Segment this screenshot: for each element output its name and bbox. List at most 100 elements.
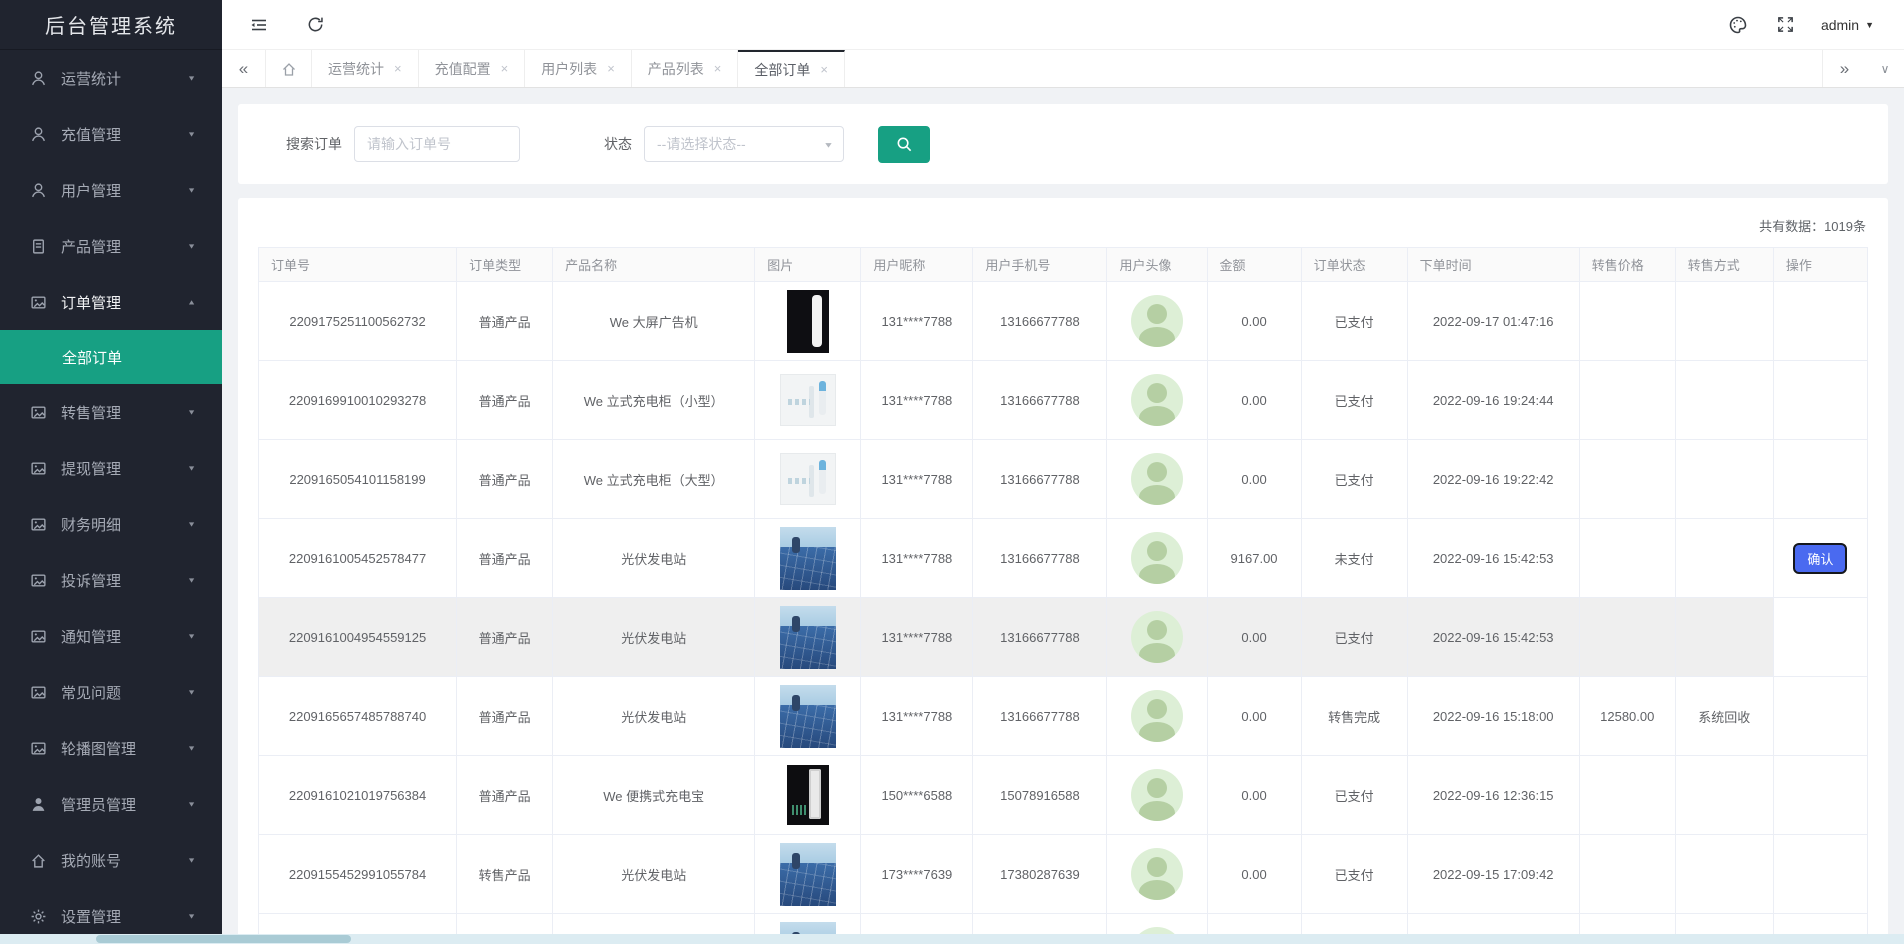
search-button[interactable] <box>878 126 930 163</box>
product-image <box>780 685 836 748</box>
status-label: 状态 <box>604 134 632 154</box>
chevron-down-icon: ▼ <box>187 744 196 752</box>
picture-icon <box>30 294 47 311</box>
tab-recharge-config[interactable]: 充值配置 × <box>419 50 526 87</box>
home-tab[interactable] <box>266 50 312 87</box>
col-image: 图片 <box>755 248 861 282</box>
status-badge: 已支付 <box>1301 756 1407 835</box>
table-row: 2209169910010293278 普通产品 We 立式充电柜（小型） 13… <box>259 361 1868 440</box>
sidebar-item-order-mgmt[interactable]: 订单管理 ▲ <box>0 274 222 330</box>
table-row: 2209175251100562732 普通产品 We 大屏广告机 131***… <box>259 282 1868 361</box>
picture-icon <box>30 572 47 589</box>
product-image <box>787 765 829 825</box>
search-order-label: 搜索订单 <box>286 134 342 154</box>
close-icon[interactable]: × <box>501 61 509 76</box>
close-icon[interactable]: × <box>607 61 615 76</box>
product-image <box>780 843 836 906</box>
product-image <box>780 606 836 669</box>
status-badge: 已支付 <box>1301 440 1407 519</box>
close-icon[interactable]: × <box>820 62 828 77</box>
tab-product-list[interactable]: 产品列表 × <box>632 50 739 87</box>
tab-user-list[interactable]: 用户列表 × <box>525 50 632 87</box>
chevron-down-icon: ▼ <box>187 912 196 920</box>
tabs-dropdown-button[interactable]: ∨ <box>1866 50 1904 87</box>
table-row: 2209165054101158199 普通产品 We 立式充电柜（大型） 13… <box>259 440 1868 519</box>
horizontal-scrollbar[interactable] <box>0 934 1904 944</box>
sidebar-item-banner-mgmt[interactable]: 轮播图管理 ▼ <box>0 720 222 776</box>
table-row: 2209165657485788740 普通产品 光伏发电站 131****77… <box>259 677 1868 756</box>
product-image <box>780 453 836 505</box>
tabs-scroll-left-button[interactable]: « <box>222 50 266 87</box>
sidebar-item-complaint-mgmt[interactable]: 投诉管理 ▼ <box>0 552 222 608</box>
admin-user-icon <box>30 796 47 813</box>
chevron-down-icon: ▼ <box>187 408 196 416</box>
chevron-down-icon: ▼ <box>187 520 196 528</box>
user-avatar <box>1131 532 1183 584</box>
sidebar-item-user-mgmt[interactable]: 用户管理 ▼ <box>0 162 222 218</box>
tabs-scroll-right-button[interactable]: » <box>1822 50 1866 87</box>
sidebar-item-recharge-mgmt[interactable]: 充值管理 ▼ <box>0 106 222 162</box>
status-badge: 已支付 <box>1301 282 1407 361</box>
sidebar-item-product-mgmt[interactable]: 产品管理 ▼ <box>0 218 222 274</box>
sidebar-fold-icon[interactable] <box>240 6 278 44</box>
status-badge: 转售完成 <box>1301 677 1407 756</box>
sidebar-subitem-all-orders[interactable]: 全部订单 <box>0 330 222 384</box>
col-resale-price: 转售价格 <box>1579 248 1675 282</box>
col-order-type: 订单类型 <box>457 248 553 282</box>
chevron-down-icon: ▼ <box>187 632 196 640</box>
product-image <box>780 527 836 590</box>
sidebar-item-notice-mgmt[interactable]: 通知管理 ▼ <box>0 608 222 664</box>
app-title: 后台管理系统 <box>0 0 222 50</box>
close-icon[interactable]: × <box>714 61 722 76</box>
close-icon[interactable]: × <box>394 61 402 76</box>
sidebar-item-finance-detail[interactable]: 财务明细 ▼ <box>0 496 222 552</box>
tab-operation-stats[interactable]: 运营统计 × <box>312 50 419 87</box>
search-icon <box>896 136 913 153</box>
status-select[interactable]: --请选择状态-- ▼ <box>644 126 844 162</box>
home-icon <box>281 61 297 77</box>
sidebar-item-faq[interactable]: 常见问题 ▼ <box>0 664 222 720</box>
col-order-no: 订单号 <box>259 248 457 282</box>
confirm-button[interactable]: 确认 <box>1793 543 1847 574</box>
user-menu[interactable]: admin ▼ <box>1815 17 1880 33</box>
chevron-down-icon: ▼ <box>1865 20 1874 30</box>
table-row: 2209155452991055784 转售产品 光伏发电站 173****76… <box>259 835 1868 914</box>
user-avatar <box>1131 295 1183 347</box>
status-badge: 已支付 <box>1301 835 1407 914</box>
col-nickname: 用户昵称 <box>861 248 973 282</box>
sidebar-item-admin-mgmt[interactable]: 管理员管理 ▼ <box>0 776 222 832</box>
chevron-down-icon: ▼ <box>187 856 196 864</box>
sidebar-item-my-account[interactable]: 我的账号 ▼ <box>0 832 222 888</box>
sidebar-item-operation-stats[interactable]: 运营统计 ▼ <box>0 50 222 106</box>
product-image <box>780 374 836 426</box>
refresh-icon[interactable] <box>296 6 334 44</box>
chevron-down-icon: ▼ <box>187 130 196 138</box>
document-icon <box>30 238 47 255</box>
chevron-down-icon: ▼ <box>187 186 196 194</box>
col-phone: 用户手机号 <box>973 248 1107 282</box>
top-header: admin ▼ <box>222 0 1904 49</box>
status-badge: 已支付 <box>1301 598 1407 677</box>
theme-palette-icon[interactable] <box>1719 6 1757 44</box>
chevron-down-icon: ▼ <box>187 242 196 250</box>
picture-icon <box>30 628 47 645</box>
tab-all-orders[interactable]: 全部订单 × <box>738 50 845 87</box>
scrollbar-thumb[interactable] <box>96 935 351 943</box>
col-amount: 金额 <box>1207 248 1301 282</box>
user-icon <box>30 70 47 87</box>
picture-icon <box>30 404 47 421</box>
order-number-input[interactable] <box>354 126 520 162</box>
user-avatar <box>1131 374 1183 426</box>
chevron-down-icon: ▼ <box>187 800 196 808</box>
status-select-placeholder: --请选择状态-- <box>657 134 746 154</box>
fullscreen-icon[interactable] <box>1767 6 1805 44</box>
sidebar-item-resale-mgmt[interactable]: 转售管理 ▼ <box>0 384 222 440</box>
picture-icon <box>30 740 47 757</box>
table-row: 2209161005452578477 普通产品 光伏发电站 131****77… <box>259 519 1868 598</box>
chevron-up-icon: ▲ <box>187 298 196 306</box>
col-time: 下单时间 <box>1407 248 1579 282</box>
user-icon <box>30 126 47 143</box>
sidebar-item-withdraw-mgmt[interactable]: 提现管理 ▼ <box>0 440 222 496</box>
user-avatar <box>1131 453 1183 505</box>
chevron-down-icon: ▼ <box>187 688 196 696</box>
